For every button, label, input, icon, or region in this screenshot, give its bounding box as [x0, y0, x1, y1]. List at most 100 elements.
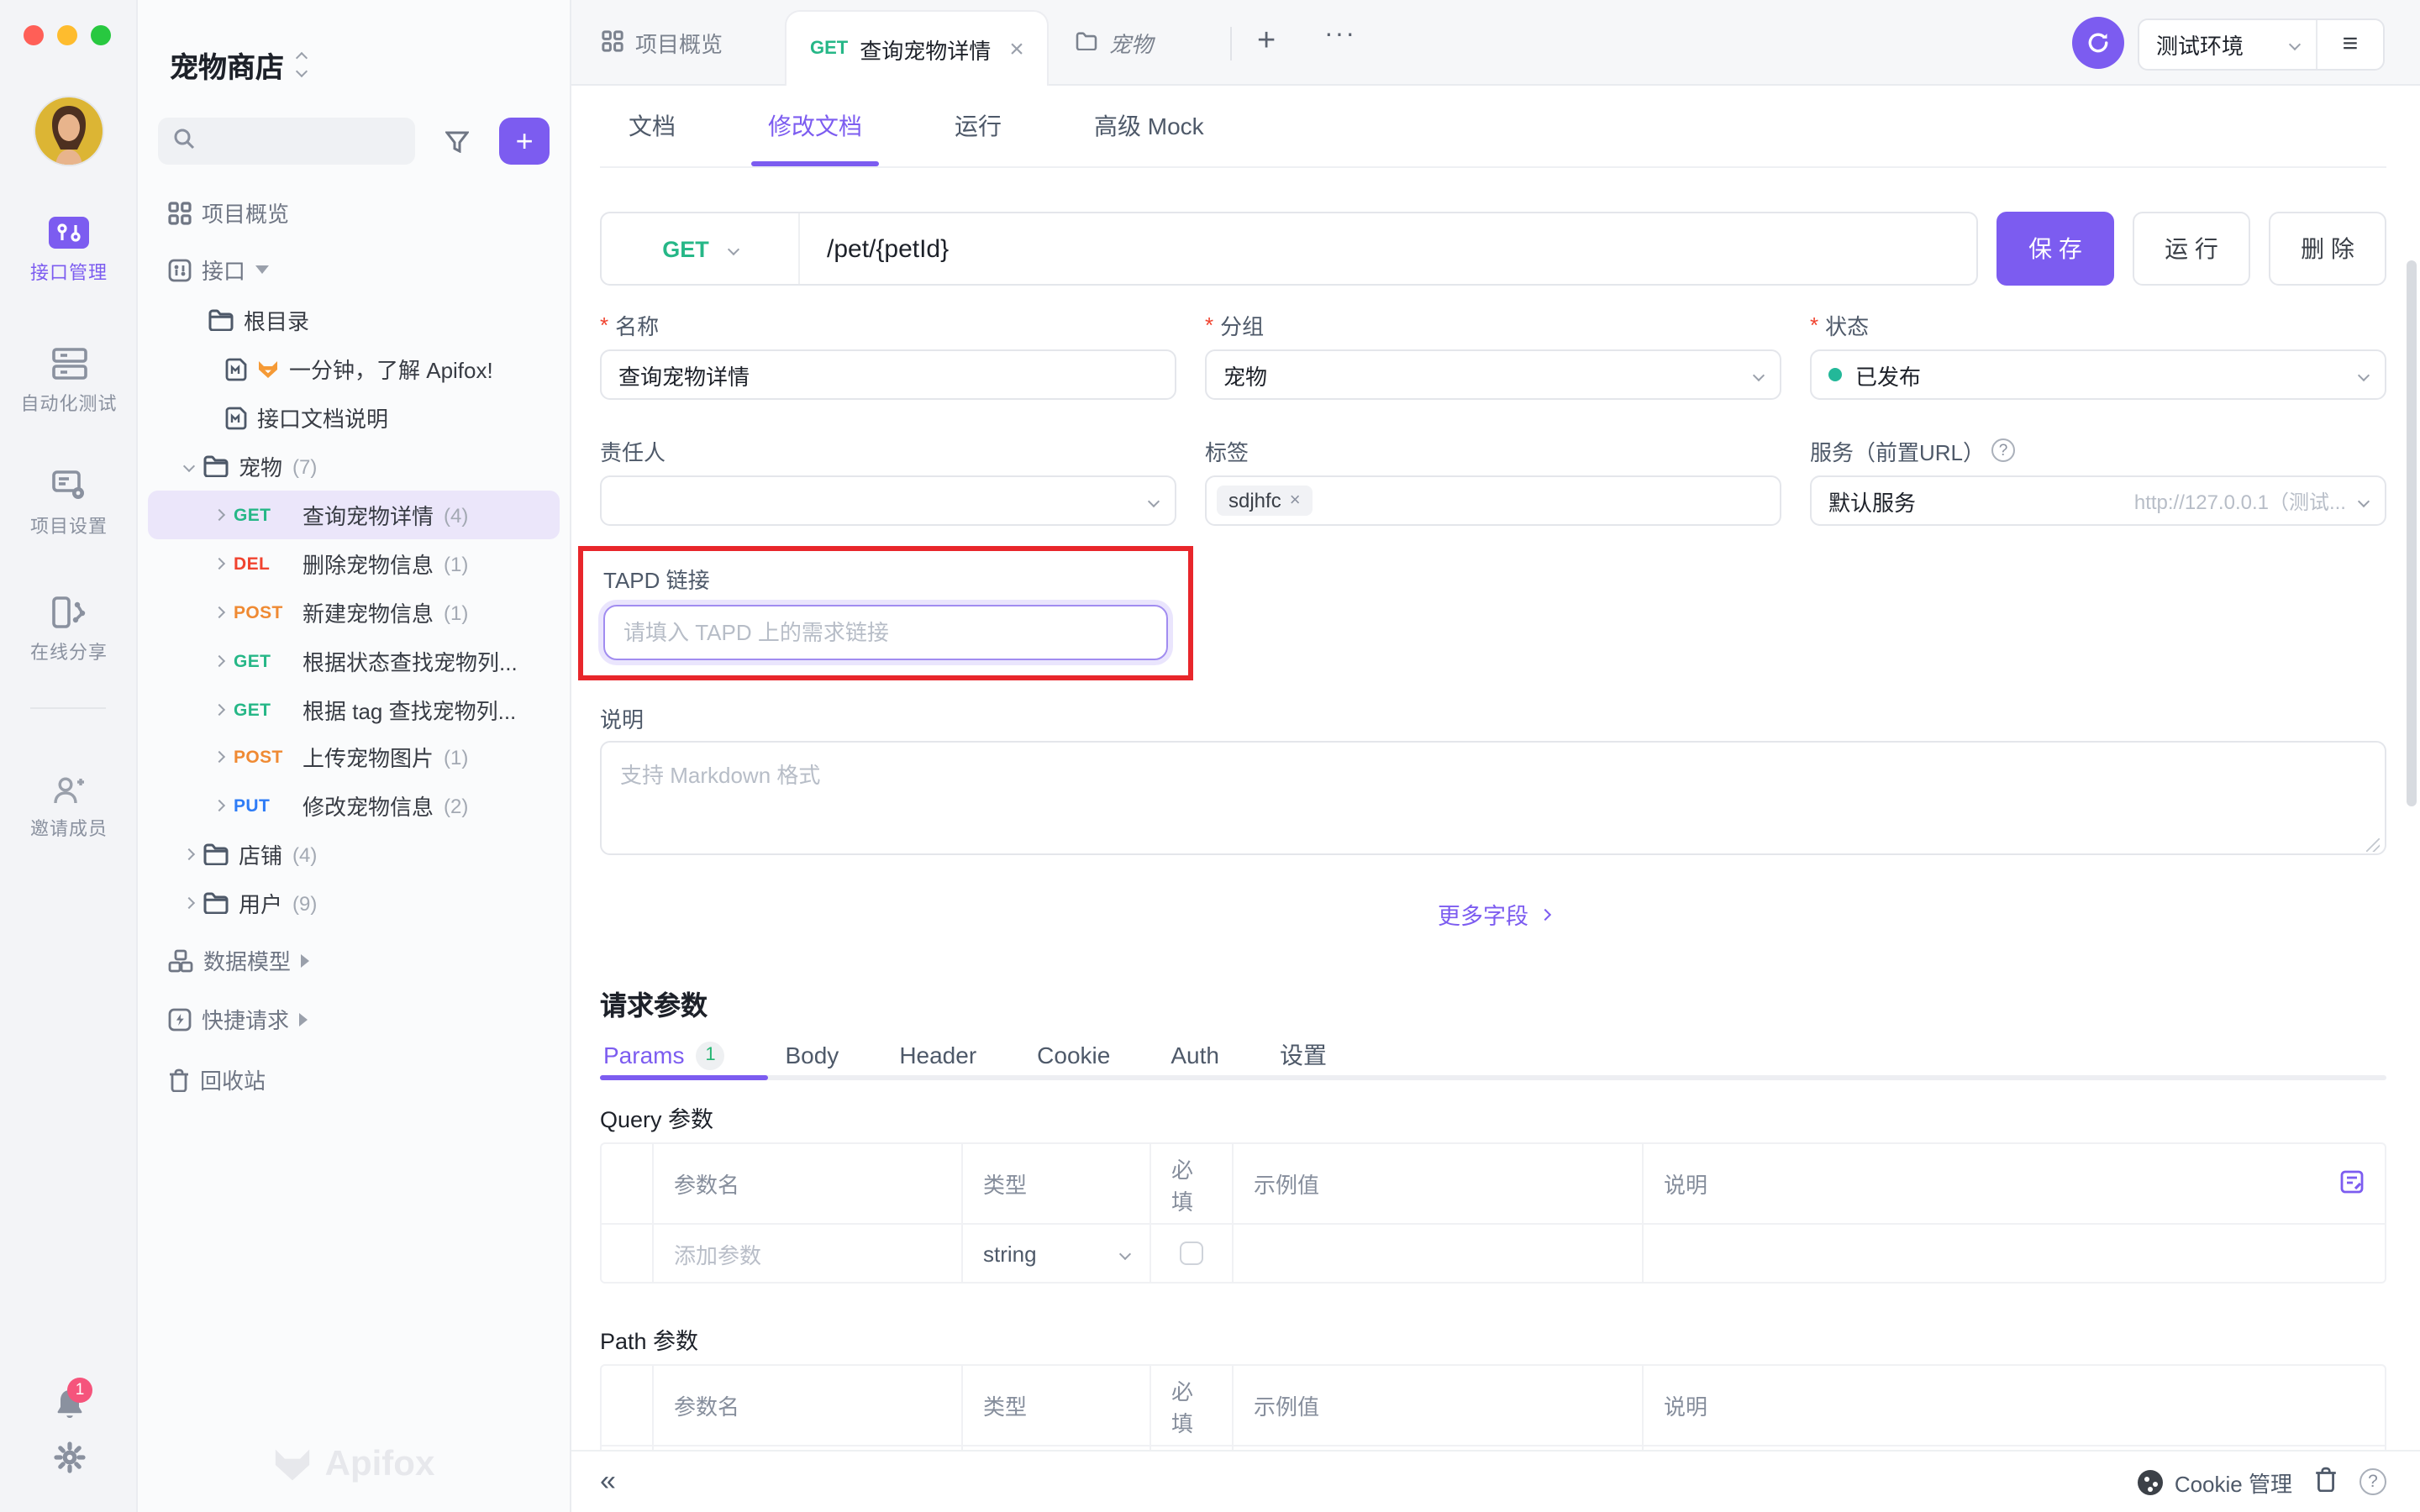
rail-item-automated-testing[interactable]: 自动化测试	[0, 348, 138, 417]
owner-select[interactable]	[600, 475, 1176, 526]
clear-button[interactable]	[2314, 1467, 2338, 1497]
new-tab-button[interactable]: +	[1257, 24, 1276, 60]
group-select[interactable]: 宠物	[1205, 349, 1781, 400]
rail-item-api-management[interactable]: 接口管理	[0, 217, 138, 286]
avatar[interactable]	[35, 97, 103, 165]
item-count: (4)	[444, 503, 468, 527]
tapd-link-input[interactable]	[623, 620, 1148, 645]
tapd-input-wrap	[603, 605, 1168, 660]
status-bar: « Cookie 管理 ?	[571, 1450, 2420, 1512]
sidebar-item-data-models[interactable]: 数据模型	[148, 936, 560, 984]
resize-handle-icon[interactable]	[2366, 838, 2380, 852]
chevron-down-icon	[1119, 1247, 1131, 1259]
param-example-cell[interactable]	[1234, 1225, 1644, 1282]
batch-edit-icon[interactable]	[2339, 1168, 2365, 1199]
sidebar-section-api[interactable]: 接口	[148, 245, 560, 294]
tab-settings[interactable]: 设置	[1276, 1030, 1330, 1080]
tab-edit-docs[interactable]: 修改文档	[751, 86, 879, 166]
project-switcher[interactable]: 宠物商店	[170, 44, 306, 86]
name-input[interactable]: 查询宠物详情	[600, 349, 1176, 400]
settings-button[interactable]	[0, 1441, 138, 1473]
sidebar-folder-store[interactable]: 店铺 (4)	[148, 830, 560, 879]
tab-params[interactable]: Params 1	[600, 1030, 728, 1080]
close-tab-icon[interactable]: ×	[1009, 34, 1024, 63]
tab-header[interactable]: Header	[896, 1030, 980, 1080]
service-url-hint: http://127.0.0.1（测试...	[2134, 486, 2346, 515]
param-name-cell[interactable]: 添加参数	[654, 1225, 963, 1282]
form-row-1: *名称 查询宠物详情 *分组 宠物 *状态 已发布	[600, 309, 2386, 400]
sync-button[interactable]	[2072, 17, 2124, 69]
tab-label: 运行	[955, 109, 1002, 143]
sidebar-item-recycle-bin[interactable]: 回收站	[148, 1055, 560, 1104]
cookie-manager-button[interactable]: Cookie 管理	[2138, 1466, 2292, 1498]
rail-item-invite-members[interactable]: 邀请成员	[0, 776, 138, 842]
tab-divider	[1230, 27, 1232, 60]
sidebar-doc-api-notes[interactable]: 接口文档说明	[148, 393, 560, 442]
tab-get-pet-detail[interactable]: GET 查询宠物详情 ×	[786, 12, 1048, 86]
help-button[interactable]: ?	[2360, 1468, 2386, 1495]
params-count-badge: 1	[696, 1041, 724, 1069]
rail-item-online-share[interactable]: 在线分享	[0, 596, 138, 665]
filter-button[interactable]	[436, 119, 480, 163]
sidebar-doc-intro[interactable]: 一分钟，了解 Apifox!	[148, 344, 560, 393]
tab-run[interactable]: 运行	[938, 86, 1018, 166]
tab-docs[interactable]: 文档	[612, 86, 692, 166]
tab-pets-folder[interactable]: 宠物	[1076, 0, 1153, 86]
status-dot	[1828, 368, 1842, 381]
sidebar-api-upload-image[interactable]: POST 上传宠物图片 (1)	[148, 732, 560, 781]
tab-more-button[interactable]: ···	[1324, 20, 1356, 50]
param-description-cell[interactable]	[1644, 1225, 2385, 1282]
field-name: *名称 查询宠物详情	[600, 309, 1176, 400]
tab-project-overview[interactable]: 项目概览	[602, 0, 723, 86]
menu-button[interactable]: ≡	[2317, 20, 2383, 69]
sidebar-api-get-pet-detail[interactable]: GET 查询宠物详情 (4)	[148, 491, 560, 539]
save-button[interactable]: 保 存	[1996, 212, 2114, 286]
collapse-sidebar-icon[interactable]: «	[600, 1465, 616, 1499]
sidebar-item-project-overview[interactable]: 项目概览	[148, 188, 560, 237]
tab-cookie[interactable]: Cookie	[1034, 1030, 1113, 1080]
status-select[interactable]: 已发布	[1810, 349, 2386, 400]
sidebar-api-create-pet[interactable]: POST 新建宠物信息 (1)	[148, 588, 560, 637]
sidebar-folder-root[interactable]: 根目录	[148, 296, 560, 344]
add-button[interactable]: +	[499, 118, 550, 165]
close-window-button[interactable]	[24, 25, 44, 45]
sidebar-api-delete-pet[interactable]: DEL 删除宠物信息 (1)	[148, 539, 560, 588]
vertical-scrollbar[interactable]	[2407, 260, 2417, 806]
sidebar-api-find-by-status[interactable]: GET 根据状态查找宠物列...	[148, 637, 560, 685]
api-label: 根据状态查找宠物列...	[302, 645, 518, 677]
required-mark: *	[1205, 312, 1213, 337]
path-value: /pet/{petId}	[827, 234, 949, 263]
description-textarea[interactable]	[600, 741, 2386, 855]
sidebar-api-update-pet[interactable]: PUT 修改宠物信息 (2)	[148, 781, 560, 830]
delete-button[interactable]: 删 除	[2269, 212, 2386, 286]
maximize-window-button[interactable]	[91, 25, 111, 45]
tags-input[interactable]: sdjhfc×	[1205, 475, 1781, 526]
gear-icon	[53, 1441, 85, 1473]
rail-item-project-settings[interactable]: 项目设置	[0, 470, 138, 539]
tab-advanced-mock[interactable]: 高级 Mock	[1077, 86, 1221, 166]
path-input[interactable]: /pet/{petId}	[800, 213, 1976, 284]
rail-divider	[30, 707, 106, 709]
help-icon[interactable]: ?	[1991, 438, 2015, 462]
environment-select[interactable]: 测试环境	[2139, 20, 2317, 69]
table-header-row: 参数名 类型 必填 示例值 说明	[602, 1144, 2385, 1225]
tab-body[interactable]: Body	[781, 1030, 842, 1080]
item-count: (4)	[292, 843, 317, 866]
more-fields-link[interactable]: 更多字段	[600, 897, 2386, 931]
sidebar-folder-users[interactable]: 用户 (9)	[148, 879, 560, 927]
fox-emoji-icon	[257, 359, 279, 379]
tab-auth[interactable]: Auth	[1167, 1030, 1223, 1080]
required-checkbox[interactable]	[1180, 1242, 1203, 1265]
method-select[interactable]: GET	[602, 213, 800, 284]
param-type-select[interactable]: string	[963, 1225, 1151, 1282]
search-input[interactable]	[158, 118, 416, 165]
sidebar-item-quick-request[interactable]: 快捷请求	[148, 995, 560, 1043]
remove-tag-icon[interactable]: ×	[1290, 491, 1301, 511]
sidebar-api-find-by-tag[interactable]: GET 根据 tag 查找宠物列...	[148, 685, 560, 734]
required-mark: *	[1810, 312, 1818, 337]
sidebar-folder-pets[interactable]: 宠物 (7)	[148, 442, 560, 491]
markdown-doc-icon	[225, 357, 247, 381]
minimize-window-button[interactable]	[57, 25, 77, 45]
service-select[interactable]: 默认服务http://127.0.0.1（测试...	[1810, 475, 2386, 526]
run-button[interactable]: 运 行	[2133, 212, 2250, 286]
